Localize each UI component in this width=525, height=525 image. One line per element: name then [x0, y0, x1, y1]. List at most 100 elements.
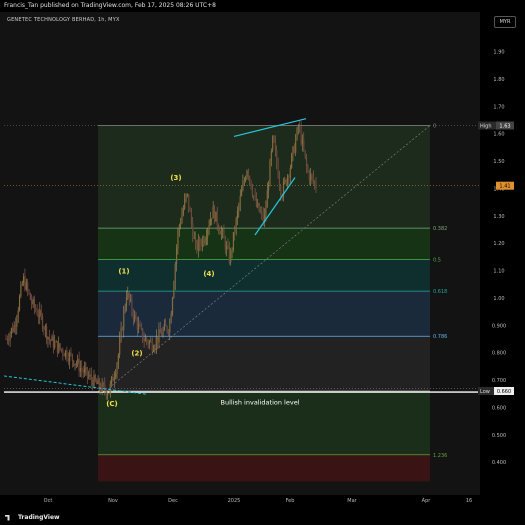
candle-body: [169, 322, 171, 333]
candle-body: [171, 297, 174, 314]
candle-body: [62, 349, 64, 355]
candle-body: [216, 211, 218, 226]
wave-label: (3): [170, 174, 181, 182]
candle-body: [31, 299, 33, 305]
candle-body: [221, 230, 224, 232]
candle-body: [293, 146, 295, 153]
candle-body: [54, 342, 56, 348]
candle-body: [73, 360, 75, 366]
candle-body: [193, 237, 195, 239]
candle-body: [75, 363, 77, 365]
candle-body: [285, 179, 287, 185]
candle-body: [70, 352, 72, 355]
candle-body: [43, 328, 45, 330]
candle-body: [295, 139, 297, 153]
candle-body: [217, 225, 220, 231]
candle-body: [165, 324, 167, 327]
y-tick-label: 0.500: [492, 433, 506, 439]
fib-label: 0: [433, 124, 436, 130]
candle-body: [201, 238, 203, 247]
candle-body: [5, 338, 7, 340]
candle-body: [109, 384, 111, 394]
fib-label: 0.618: [433, 289, 447, 295]
fib-zones: [98, 125, 430, 482]
candle-body: [161, 333, 163, 336]
currency-button[interactable]: MYR: [494, 16, 516, 28]
x-tick-label: Apr: [422, 498, 432, 504]
x-tick-label: Oct: [44, 498, 53, 504]
candle-body: [134, 314, 136, 319]
candle-body: [159, 329, 161, 334]
candle-body: [277, 163, 279, 178]
candle-body: [151, 341, 153, 352]
candle-body: [10, 328, 13, 334]
candle-body: [220, 231, 222, 235]
fib-zone: [98, 228, 430, 260]
price-chart[interactable]: 0 0.382 0.5 0.618 0.786 1.236 1.90 1.80 1.70 1.6…: [0, 12, 525, 512]
candle-body: [166, 326, 168, 332]
candle-body: [226, 245, 228, 251]
wave-label: (4): [203, 270, 214, 278]
candle-body: [124, 306, 126, 311]
candle-body: [231, 249, 233, 251]
candle-body: [265, 207, 267, 216]
candle-body: [46, 326, 48, 340]
candle-body: [131, 298, 133, 312]
candle-body: [257, 203, 259, 207]
candle-body: [142, 328, 144, 341]
candle-body: [272, 135, 274, 151]
tradingview-logo: TradingView: [5, 510, 60, 525]
candle-body: [105, 390, 107, 396]
candle-body: [255, 197, 258, 207]
candle-body: [132, 311, 134, 319]
candle-body: [273, 135, 275, 143]
candle-body: [261, 212, 263, 213]
candle-body: [200, 244, 202, 247]
candle-body: [135, 314, 137, 321]
candle-body: [190, 211, 193, 224]
candle-body: [112, 376, 114, 382]
candle-body: [139, 324, 141, 326]
candle-body: [140, 325, 142, 329]
candle-body: [35, 307, 37, 311]
candle-body: [16, 318, 18, 327]
candle-body: [14, 325, 17, 327]
candle-body: [167, 331, 170, 333]
candle-body: [85, 367, 87, 369]
candle-body: [138, 324, 140, 330]
y-tick-label: 1.90: [493, 50, 504, 56]
y-tick-label: 1.60: [493, 132, 504, 138]
candle-body: [129, 298, 132, 300]
candle-body: [155, 337, 157, 347]
brand-text: TradingView: [18, 514, 60, 521]
candle-body: [37, 315, 40, 318]
candle-body: [146, 338, 148, 342]
candle-body: [234, 232, 236, 233]
low-value: 0.660: [497, 389, 511, 395]
chart-area[interactable]: 0 0.382 0.5 0.618 0.786 1.236 1.90 1.80 1.70 1.6…: [0, 12, 525, 512]
candle-body: [162, 329, 164, 336]
candle-body: [174, 264, 176, 284]
symbol-title: GENETEC TECHNOLOGY BERHAD, 1h, MYX: [7, 17, 120, 23]
candle-body: [143, 340, 145, 342]
candle-body: [25, 282, 27, 290]
candle-body: [55, 341, 57, 343]
candle-body: [157, 337, 159, 343]
candle-body: [90, 374, 92, 381]
candle-body: [291, 154, 293, 168]
candle-body: [269, 160, 271, 186]
candle-body: [83, 368, 86, 373]
candle-body: [304, 150, 306, 157]
candle-body: [148, 341, 151, 345]
candle-body: [123, 310, 125, 330]
candle-body: [242, 182, 244, 191]
candle-body: [240, 190, 243, 197]
candle-body: [197, 239, 199, 251]
candle-body: [48, 337, 50, 340]
candle-body: [47, 337, 49, 340]
candle-body: [94, 375, 96, 381]
candle-body: [308, 171, 310, 180]
candle-body: [110, 376, 113, 385]
candle-body: [288, 176, 290, 178]
x-tick-label: Feb: [286, 498, 295, 504]
